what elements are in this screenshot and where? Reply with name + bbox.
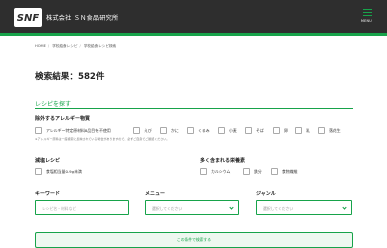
allergy-label-kani: かに [171, 128, 179, 133]
allergy-label-kurumi: くるみ [198, 128, 210, 133]
search-submit-button[interactable]: この条件で検索する [35, 232, 353, 248]
allergy-checkbox-milk[interactable] [295, 127, 302, 134]
allergy-checkbox-wheat[interactable] [218, 127, 225, 134]
reduced-salt-label: 食塩相当量0.9g未満 [46, 169, 82, 174]
nutrient-checkbox-fiber[interactable] [271, 168, 278, 175]
panel-title: レシピを探す [35, 101, 72, 108]
chevron-down-icon [342, 205, 347, 210]
svg-text:SNF: SNF [17, 13, 40, 24]
keyword-input[interactable]: レシピ名・材料など [35, 200, 129, 215]
company-name: 株式会社 ＳＮ食品研究所 [46, 15, 119, 22]
genre-select[interactable]: 選択してください [256, 200, 352, 215]
allergy-checkbox-egg[interactable] [273, 127, 280, 134]
allergy-checkbox-kani[interactable] [160, 127, 167, 134]
nutrient-label-fiber: 食物繊維 [282, 169, 298, 174]
menu-select-value: 選択してください [152, 205, 183, 211]
breadcrumb-home[interactable]: HOME [35, 44, 46, 48]
allergy-label-milk: 乳 [306, 128, 310, 133]
result-count: 検索結果：582件 [35, 72, 105, 82]
allergy-checkbox-ebi[interactable] [133, 127, 140, 134]
reduced-salt-title: 減塩レシピ [35, 158, 61, 164]
keyword-title: キーワード [35, 191, 61, 197]
breadcrumb: HOME / 学校給食レシピ / 学校給食レシピ検索 [35, 44, 117, 48]
breadcrumb-current: 学校給食レシピ検索 [83, 44, 117, 48]
menu-button[interactable]: MENU [361, 8, 375, 26]
breadcrumb-recipes[interactable]: 学校給食レシピ [52, 44, 77, 48]
header-accent-bar [0, 33, 387, 36]
allergy-label-wheat: 小麦 [229, 128, 237, 133]
menu-select[interactable]: 選択してください [145, 200, 239, 215]
menu-label: MENU [361, 19, 373, 23]
chevron-down-icon [229, 205, 234, 210]
nutrient-checkbox-calcium[interactable] [200, 168, 207, 175]
menu-title: メニュー [145, 191, 166, 197]
site-header: SNF 株式会社 ＳＮ食品研究所 MENU [0, 0, 387, 36]
hamburger-icon [363, 9, 372, 10]
nutrients-title: 多く含まれる栄養素 [200, 158, 246, 164]
company-logo[interactable]: SNF [14, 8, 42, 27]
allergy-title: 除外するアレルギー物質 [35, 116, 91, 122]
panel-divider [35, 108, 353, 109]
allergy-checkbox-soba[interactable] [245, 127, 252, 134]
genre-title: ジャンル [256, 191, 276, 197]
allergy-label-8items: アレルギー特定原材料8品目を不使用 [46, 128, 111, 133]
allergy-label-soba: そば [256, 128, 264, 133]
allergy-label-egg: 卵 [284, 128, 288, 133]
genre-select-value: 選択してください [263, 205, 294, 211]
allergy-note: ※アレルギー原料は一度検索に反映されている場合がありますので、必ずご自身でご確認… [35, 137, 170, 141]
allergy-checkbox-kurumi[interactable] [187, 127, 194, 134]
reduced-salt-checkbox[interactable] [35, 168, 42, 175]
allergy-checkbox-8items[interactable] [35, 127, 42, 134]
search-submit-label: この条件で検索する [176, 237, 212, 242]
allergy-label-ebi: えび [144, 128, 152, 133]
nutrient-checkbox-iron[interactable] [243, 168, 250, 175]
nutrient-label-iron: 鉄分 [254, 169, 262, 174]
keyword-placeholder: レシピ名・材料など [42, 205, 77, 211]
allergy-checkbox-peanut[interactable] [318, 127, 325, 134]
nutrient-label-calcium: カルシウム [211, 169, 231, 174]
allergy-label-peanut: 落花生 [329, 128, 341, 133]
